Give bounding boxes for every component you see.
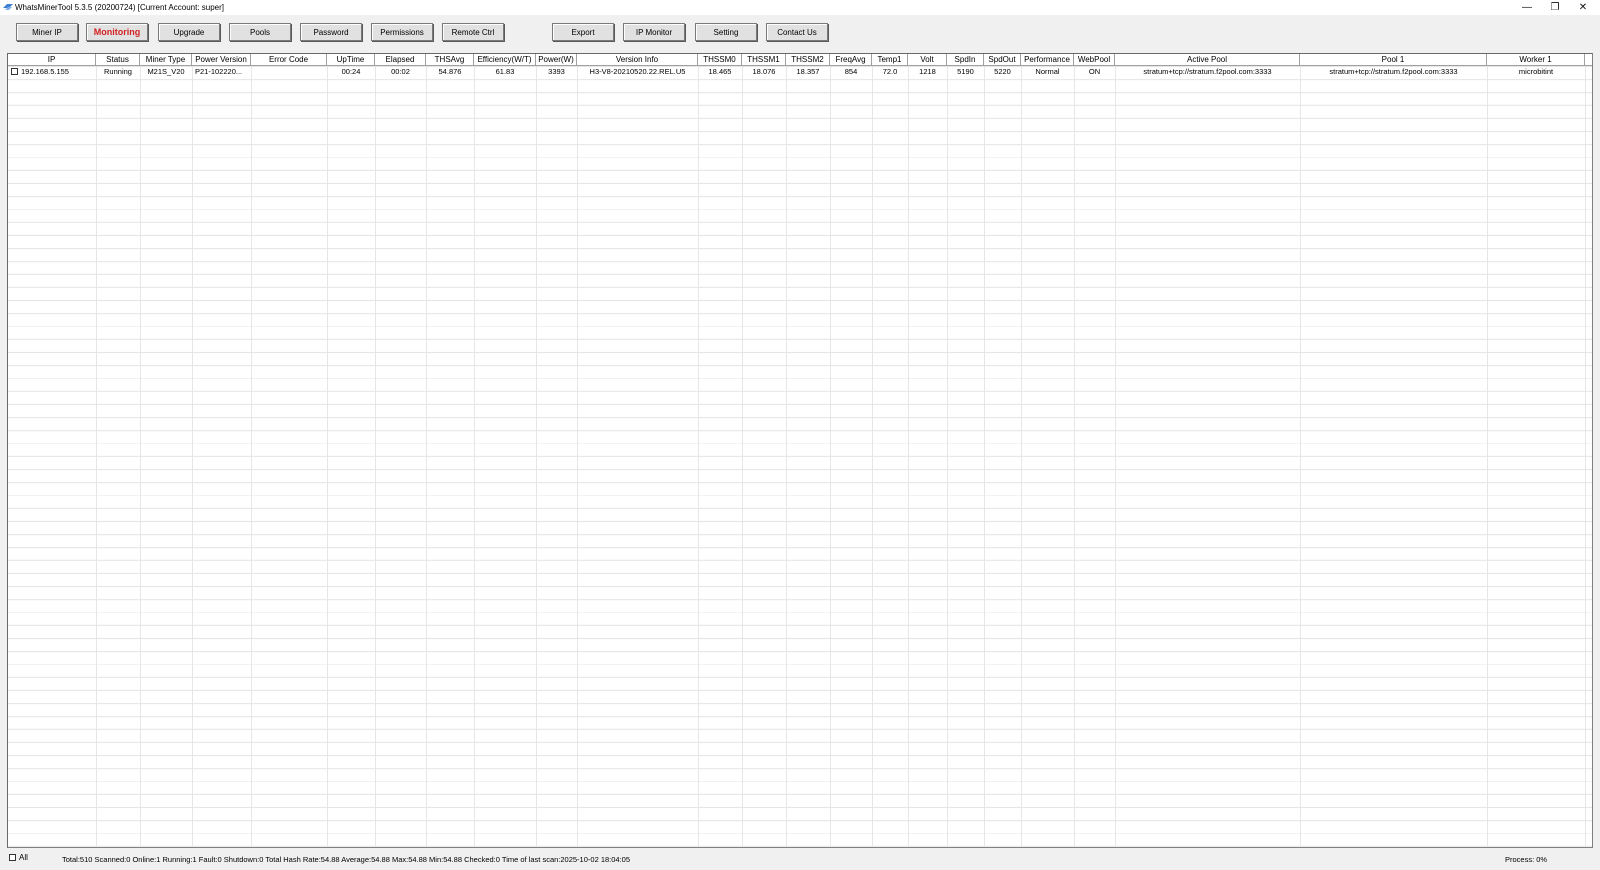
column-header-freqavg[interactable]: FreqAvg xyxy=(830,54,872,65)
column-header-temp1[interactable]: Temp1 xyxy=(872,54,908,65)
column-header-spdin[interactable]: SpdIn xyxy=(947,54,984,65)
window-title: WhatsMinerTool 5.3.5 (20200724) [Current… xyxy=(15,3,224,12)
upgrade-button[interactable]: Upgrade xyxy=(158,23,220,41)
cell-temp1: 72.0 xyxy=(882,67,898,76)
grid-header: IP Status Miner Type Power Version Error… xyxy=(8,54,1592,66)
column-header-miner-type[interactable]: Miner Type xyxy=(140,54,192,65)
column-header-thssm2[interactable]: THSSM2 xyxy=(786,54,830,65)
cell-worker-1: microbitint xyxy=(1518,67,1554,76)
cell-spdin: 5190 xyxy=(957,67,974,76)
cell-thssm0: 18.465 xyxy=(708,67,732,76)
scan-summary: Total:510 Scanned:0 Online:1 Running:1 F… xyxy=(62,855,631,864)
close-icon[interactable]: ✕ xyxy=(1574,1,1592,13)
select-all-label: All xyxy=(19,853,28,862)
cell-version-info: H3-V8-20210520.22.REL.U5 xyxy=(589,67,686,76)
ip-monitor-button[interactable]: IP Monitor xyxy=(623,23,685,41)
column-header-efficiency[interactable]: Efficiency(W/T) xyxy=(474,54,536,65)
cell-thsavg: 54.876 xyxy=(438,67,462,76)
column-header-thssm0[interactable]: THSSM0 xyxy=(698,54,742,65)
cell-power: 3393 xyxy=(548,67,565,76)
column-header-uptime[interactable]: UpTime xyxy=(327,54,375,65)
column-header-error-code[interactable]: Error Code xyxy=(251,54,327,65)
column-header-elapsed[interactable]: Elapsed xyxy=(375,54,426,65)
select-all-checkbox[interactable] xyxy=(9,854,16,861)
progress-status: Process: 0% xyxy=(1505,855,1548,864)
app-logo-icon xyxy=(3,4,13,10)
table-row[interactable]: 192.168.5.155 Running M21S_V20 P21-10222… xyxy=(8,66,1592,78)
column-header-thssm1[interactable]: THSSM1 xyxy=(742,54,786,65)
column-header-thsavg[interactable]: THSAvg xyxy=(426,54,474,65)
cell-thssm1: 18.076 xyxy=(752,67,776,76)
cell-volt: 1218 xyxy=(919,67,936,76)
column-header-spdout[interactable]: SpdOut xyxy=(984,54,1021,65)
cell-miner-type: M21S_V20 xyxy=(147,67,185,76)
column-header-power-version[interactable]: Power Version xyxy=(192,54,251,65)
cell-status: Running xyxy=(104,67,132,76)
column-header-ip[interactable]: IP xyxy=(8,54,96,65)
cell-power-version: P21-102220... xyxy=(195,67,243,76)
cell-performance: Normal xyxy=(1035,67,1060,76)
restore-icon[interactable]: ❐ xyxy=(1546,1,1564,13)
cell-pool-1: stratum+tcp://stratum.f2pool.com:3333 xyxy=(1329,67,1458,76)
setting-button[interactable]: Setting xyxy=(695,23,757,41)
monitoring-button[interactable]: Monitoring xyxy=(86,23,148,41)
pools-button[interactable]: Pools xyxy=(229,23,291,41)
password-button[interactable]: Password xyxy=(300,23,362,41)
column-header-worker-1[interactable]: Worker 1 xyxy=(1487,54,1585,65)
minimize-icon[interactable]: — xyxy=(1518,1,1536,13)
miner-ip-button[interactable]: Miner IP xyxy=(16,23,78,41)
grid-column-lines xyxy=(8,54,1592,847)
title-bar: WhatsMinerTool 5.3.5 (20200724) [Current… xyxy=(0,0,1600,15)
cell-error-code xyxy=(251,66,327,78)
row-checkbox[interactable] xyxy=(11,68,18,75)
cell-active-pool: stratum+tcp://stratum.f2pool.com:3333 xyxy=(1143,67,1272,76)
column-header-active-pool[interactable]: Active Pool xyxy=(1115,54,1300,65)
column-header-pool-1[interactable]: Pool 1 xyxy=(1300,54,1487,65)
cell-thssm2: 18.357 xyxy=(796,67,820,76)
column-header-version-info[interactable]: Version Info xyxy=(577,54,698,65)
cell-freqavg: 854 xyxy=(844,67,858,76)
column-header-power[interactable]: Power(W) xyxy=(536,54,577,65)
export-button[interactable]: Export xyxy=(552,23,614,41)
column-header-performance[interactable]: Performance xyxy=(1021,54,1074,65)
column-header-status[interactable]: Status xyxy=(96,54,140,65)
cell-elapsed: 00:02 xyxy=(391,67,410,76)
permissions-button[interactable]: Permissions xyxy=(371,23,433,41)
remote-ctrl-button[interactable]: Remote Ctrl xyxy=(442,23,504,41)
cell-webpool: ON xyxy=(1088,67,1101,76)
column-header-webpool[interactable]: WebPool xyxy=(1074,54,1115,65)
miner-grid[interactable]: IP Status Miner Type Power Version Error… xyxy=(7,53,1593,848)
contact-us-button[interactable]: Contact Us xyxy=(766,23,828,41)
cell-uptime: 00:24 xyxy=(341,67,361,76)
cell-spdout: 5220 xyxy=(994,67,1011,76)
cell-efficiency: 61.83 xyxy=(495,67,515,76)
cell-ip: 192.168.5.155 xyxy=(21,67,69,76)
column-header-volt[interactable]: Volt xyxy=(908,54,947,65)
